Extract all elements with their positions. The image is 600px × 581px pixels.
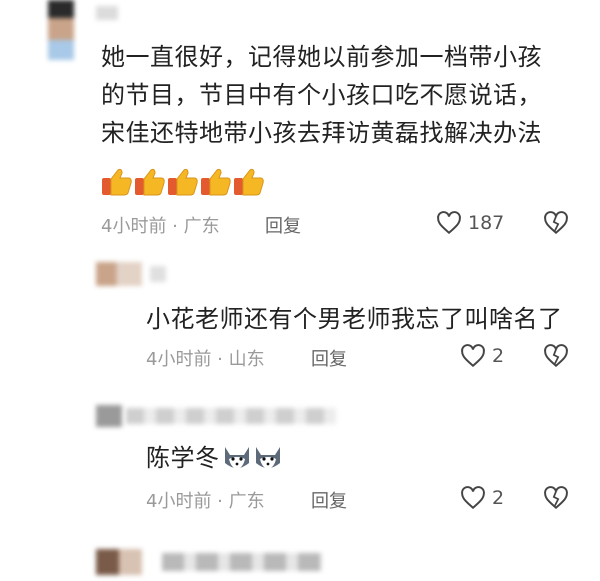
dislike-icon[interactable]: [543, 485, 569, 511]
username[interactable]: [96, 6, 118, 20]
avatar[interactable]: [96, 549, 142, 575]
comment-text: 陈学冬: [146, 439, 284, 477]
reply-button[interactable]: 回复: [311, 487, 347, 513]
comment-meta: 4小时前 · 广东: [101, 216, 220, 237]
heart-icon: [461, 344, 485, 368]
like-button[interactable]: 2: [460, 343, 504, 369]
reply-button[interactable]: 回复: [311, 345, 347, 371]
comment-body: 陈学冬: [146, 444, 220, 472]
comment-line: 宋佳还特地带小孩去拜访黄磊找解决办法: [101, 119, 542, 147]
avatar[interactable]: [96, 262, 142, 286]
avatar[interactable]: [96, 405, 122, 427]
avatar[interactable]: [48, 0, 74, 60]
like-count: 187: [468, 212, 505, 234]
username[interactable]: [150, 266, 166, 282]
like-button[interactable]: 187: [436, 210, 504, 236]
dislike-icon[interactable]: [543, 210, 569, 236]
heart-icon: [437, 211, 461, 235]
username[interactable]: [162, 553, 322, 571]
comment-line: 她一直很好，记得她以前参加一档带小孩: [101, 43, 542, 71]
reply-button[interactable]: 回复: [265, 212, 301, 238]
like-button[interactable]: 2: [460, 485, 504, 511]
comment-meta: 4小时前 · 山东: [146, 349, 265, 370]
username[interactable]: [126, 408, 336, 424]
comment-line: 的节目，节目中有个小孩口吃不愿说话，: [101, 81, 542, 109]
heart-icon: [461, 486, 485, 510]
husky-emoji-icon: [224, 447, 280, 469]
comment-text: 小花老师还有个男老师我忘了叫啥名了: [146, 305, 563, 333]
thumbs-up-emoji-row: [100, 166, 270, 202]
like-count: 2: [492, 487, 505, 509]
comment-text: 她一直很好，记得她以前参加一档带小孩 的节目，节目中有个小孩口吃不愿说话， 宋佳…: [101, 38, 542, 152]
comment-meta: 4小时前 · 广东: [146, 491, 265, 512]
dislike-icon[interactable]: [543, 343, 569, 369]
like-count: 2: [492, 345, 505, 367]
